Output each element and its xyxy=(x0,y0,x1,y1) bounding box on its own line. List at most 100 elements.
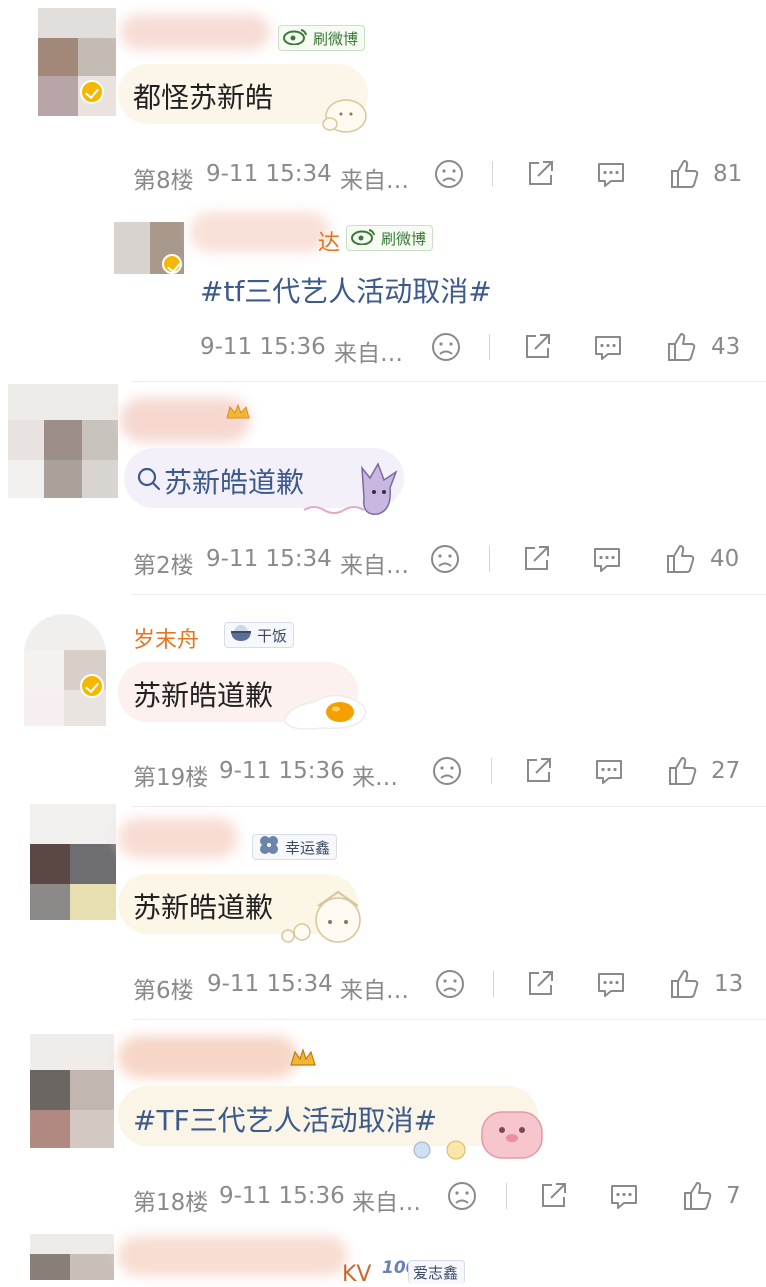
comment-icon[interactable] xyxy=(590,542,624,576)
like-icon[interactable] xyxy=(665,330,699,364)
avatar[interactable] xyxy=(30,804,116,920)
comment-time: 9-11 15:36 xyxy=(200,334,326,360)
comment-text[interactable]: 苏新皓道歉 xyxy=(133,886,273,926)
comment-divider xyxy=(132,381,766,382)
comment-divider xyxy=(132,806,766,807)
share-icon[interactable] xyxy=(523,967,557,1001)
comment-time: 9-11 15:34 xyxy=(207,971,333,997)
avatar[interactable] xyxy=(8,384,118,498)
user-badge-label: 刷微博 xyxy=(381,229,427,248)
username[interactable]: 岁末舟 xyxy=(133,622,199,654)
sticker-icon xyxy=(300,458,406,522)
username-blurred[interactable] xyxy=(118,1236,348,1276)
comment-topic-link[interactable]: #tf三代艺人活动取消# xyxy=(200,270,492,310)
comment-icon[interactable] xyxy=(607,1179,641,1213)
avatar[interactable] xyxy=(30,1234,114,1280)
avatar[interactable] xyxy=(38,8,116,116)
like-count: 27 xyxy=(711,758,741,784)
dislike-icon[interactable] xyxy=(433,967,467,1001)
floor-label: 第8楼 xyxy=(133,168,194,194)
comment-text[interactable]: 苏新皓道歉 xyxy=(133,674,273,714)
like-icon[interactable] xyxy=(668,157,702,191)
share-icon[interactable] xyxy=(519,542,553,576)
egg-sticker-icon xyxy=(280,688,372,732)
verified-badge xyxy=(162,254,182,274)
crown-icon xyxy=(288,1046,318,1070)
divider xyxy=(489,546,490,572)
comment-time: 9-11 15:36 xyxy=(219,758,345,784)
user-badge[interactable]: 刷微博 xyxy=(278,25,366,51)
comment-source: 来自… xyxy=(340,168,409,194)
comment-icon[interactable] xyxy=(594,967,628,1001)
comment-search-link[interactable]: 苏新皓道歉 xyxy=(164,461,304,501)
user-badge-label: 幸运鑫 xyxy=(285,838,331,857)
comment-source: 来自… xyxy=(334,341,403,367)
weibo-icon xyxy=(351,227,377,249)
comment-source: 来自… xyxy=(340,553,409,579)
sticker-icon xyxy=(310,92,370,136)
divider xyxy=(493,971,494,997)
comment-source: 来自… xyxy=(352,1190,421,1216)
comment-icon[interactable] xyxy=(592,754,626,788)
like-count: 43 xyxy=(711,334,741,360)
username-blurred[interactable] xyxy=(120,14,270,50)
verified-badge xyxy=(80,674,104,698)
comment-time: 9-11 15:34 xyxy=(206,161,332,187)
username-blurred[interactable] xyxy=(118,1036,298,1078)
floor-label: 第6楼 xyxy=(133,978,194,1004)
divider xyxy=(506,1183,507,1209)
dislike-icon[interactable] xyxy=(432,157,466,191)
avatar[interactable] xyxy=(30,1034,114,1148)
like-icon[interactable] xyxy=(668,967,702,1001)
share-icon[interactable] xyxy=(520,330,554,364)
dislike-icon[interactable] xyxy=(445,1179,479,1213)
floor-label: 第19楼 xyxy=(133,765,209,791)
clover-icon xyxy=(257,833,281,861)
verified-badge xyxy=(80,80,104,104)
sticker-icon xyxy=(272,888,372,946)
share-icon[interactable] xyxy=(523,157,557,191)
comment-time: 9-11 15:34 xyxy=(206,546,332,572)
dislike-icon[interactable] xyxy=(428,542,462,576)
divider xyxy=(491,758,492,784)
comment-source: 来自… xyxy=(340,978,409,1004)
user-badge[interactable]: 刷微博 xyxy=(346,225,434,251)
username-blurred[interactable] xyxy=(190,212,330,252)
user-badge[interactable]: 爱志鑫 xyxy=(408,1260,466,1284)
like-count: 7 xyxy=(726,1183,741,1209)
username-tail[interactable]: KV xyxy=(342,1262,371,1287)
user-badge-label: 刷微博 xyxy=(313,29,359,48)
like-count: 40 xyxy=(710,546,740,572)
like-icon[interactable] xyxy=(681,1179,715,1213)
weibo-icon xyxy=(283,27,309,49)
comment-source: 来… xyxy=(352,765,398,791)
like-count: 81 xyxy=(713,161,743,187)
like-count: 13 xyxy=(714,971,744,997)
divider xyxy=(492,161,493,187)
search-icon xyxy=(136,466,162,492)
like-icon[interactable] xyxy=(664,542,698,576)
comment-icon[interactable] xyxy=(594,157,628,191)
sticker-icon xyxy=(410,1106,546,1162)
comment-icon[interactable] xyxy=(591,330,625,364)
username-tail[interactable]: 达 xyxy=(318,225,340,257)
floor-label: 第18楼 xyxy=(133,1190,209,1216)
user-badge[interactable]: 干饭 xyxy=(224,622,295,648)
floor-label: 第2楼 xyxy=(133,553,194,579)
dislike-icon[interactable] xyxy=(430,754,464,788)
comment-divider xyxy=(132,594,766,595)
user-badge[interactable]: 幸运鑫 xyxy=(252,833,338,861)
share-icon[interactable] xyxy=(536,1179,570,1213)
share-icon[interactable] xyxy=(521,754,555,788)
comment-divider xyxy=(132,1019,766,1020)
dislike-icon[interactable] xyxy=(429,330,463,364)
avatar[interactable] xyxy=(24,614,106,726)
comment-topic-link[interactable]: #TF三代艺人活动取消# xyxy=(133,1099,437,1139)
like-icon[interactable] xyxy=(666,754,700,788)
comment-time: 9-11 15:36 xyxy=(219,1183,345,1209)
username-blurred[interactable] xyxy=(118,818,238,858)
crown-icon xyxy=(224,402,252,422)
user-badge-label: 干饭 xyxy=(257,626,288,645)
comment-text[interactable]: 都怪苏新皓 xyxy=(133,76,273,116)
divider xyxy=(489,334,490,360)
